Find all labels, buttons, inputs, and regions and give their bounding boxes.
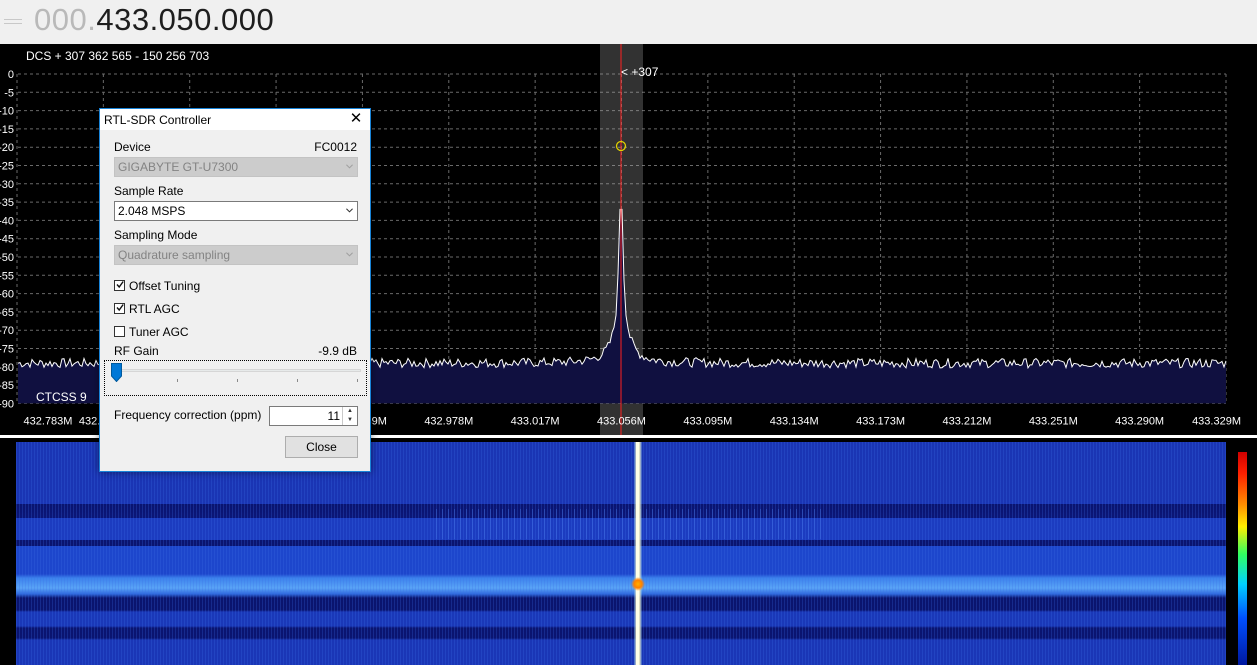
rf-gain-slider-thumb[interactable] [111,363,122,382]
tuner-agc-label[interactable]: Tuner AGC [129,325,189,339]
device-select[interactable]: GIGABYTE GT-U7300 [114,157,358,177]
offset-tuning-label[interactable]: Offset Tuning [129,279,200,293]
y-tick-label: -35 [0,197,14,209]
waterfall-color-scale [1238,452,1247,665]
y-tick-label: -50 [0,252,14,264]
y-tick-label: -60 [0,289,14,301]
x-tick-label: 433.017M [511,415,560,427]
chevron-down-icon [346,208,353,213]
device-select-value: GIGABYTE GT-U7300 [118,160,239,174]
rtl-agc-label[interactable]: RTL AGC [129,302,180,316]
device-tuner-label: FC0012 [314,140,357,154]
sample-rate-value: 2.048 MSPS [118,204,186,218]
x-tick-label: 433.134M [770,415,819,427]
frequency-main-digits[interactable]: 433.050.000 [96,2,274,37]
rf-gain-label: RF Gain [114,344,159,358]
x-tick-label: 433.290M [1115,415,1164,427]
slider-tick [177,379,178,382]
rf-gain-value: -9.9 dB [318,344,357,358]
spin-down-icon[interactable]: ▼ [343,416,357,425]
y-tick-label: -70 [0,325,14,337]
checkmark-icon [116,281,124,289]
y-tick-label: 0 [8,69,14,81]
rf-gain-slider-track[interactable] [111,369,361,372]
x-tick-label: 433.056M [597,415,646,427]
y-tick-label: -75 [0,344,14,356]
waterfall-area[interactable] [16,442,1226,665]
sample-rate-select[interactable]: 2.048 MSPS [114,201,358,221]
x-tick-label: 433.212M [942,415,991,427]
y-tick-label: -85 [0,380,14,392]
y-tick-label: -30 [0,179,14,191]
tuner-agc-checkbox[interactable] [114,326,125,337]
sampling-mode-value: Quadrature sampling [118,248,231,262]
x-tick-label: 433.251M [1029,415,1078,427]
sampling-mode-label: Sampling Mode [114,228,198,242]
close-x-icon[interactable]: ✕ [348,110,364,128]
y-tick-label: -55 [0,270,14,282]
y-tick-label: -40 [0,215,14,227]
slider-tick [357,379,358,382]
frequency-correction-spinner[interactable]: ▲ ▼ [342,407,357,425]
rtl-sdr-controller-dialog: RTL-SDR Controller ✕ Device FC0012 GIGAB… [99,108,371,472]
ctcss-readout: CTCSS 9 [36,390,87,404]
waterfall-signal-core [636,442,639,665]
dcs-readout: DCS + 307 362 565 - 150 256 703 [26,49,210,63]
y-tick-label: -90 [0,398,14,410]
y-tick-label: -25 [0,161,14,173]
frequency-correction-value[interactable]: 11 [328,409,340,423]
frequency-display[interactable]: 000.433.050.000 [34,2,274,38]
frequency-correction-input[interactable]: 11 ▲ ▼ [269,406,358,426]
waterfall-noise-band [436,509,826,539]
waterfall-hotspot [631,577,645,591]
y-tick-label: -20 [0,142,14,154]
x-tick-label: 433.329M [1192,415,1241,427]
chevron-down-icon [346,164,353,169]
slider-tick [297,379,298,382]
offset-tuning-checkbox[interactable] [114,280,125,291]
x-tick-label: 432.978M [424,415,473,427]
frequency-bar: 000.433.050.000 [0,0,1257,44]
rf-gain-slider[interactable] [104,360,367,396]
dialog-titlebar[interactable]: RTL-SDR Controller ✕ [100,109,370,130]
spin-up-icon[interactable]: ▲ [343,407,357,416]
dialog-title: RTL-SDR Controller [104,113,212,127]
frequency-correction-label: Frequency correction (ppm) [114,408,262,422]
y-tick-label: -65 [0,307,14,319]
chevron-down-icon [346,252,353,257]
sampling-mode-select[interactable]: Quadrature sampling [114,245,358,265]
sample-rate-label: Sample Rate [114,184,184,198]
checkmark-icon [116,304,124,312]
rtl-agc-checkbox[interactable] [114,303,125,314]
slider-tick [237,379,238,382]
y-tick-label: -5 [4,87,14,99]
marker-offset-label: < +307 [621,65,659,79]
grip-icon[interactable] [4,16,22,28]
y-tick-label: -10 [0,106,14,118]
frequency-leading-digits[interactable]: 000. [34,2,96,37]
y-tick-label: -80 [0,362,14,374]
device-label: Device [114,140,151,154]
y-tick-label: -45 [0,234,14,246]
y-tick-label: -15 [0,124,14,136]
x-tick-label: 433.095M [683,415,732,427]
waterfall-display[interactable] [0,438,1257,665]
x-tick-label: 433.173M [856,415,905,427]
x-tick-label: 432.783M [24,415,73,427]
close-button[interactable]: Close [285,436,358,458]
